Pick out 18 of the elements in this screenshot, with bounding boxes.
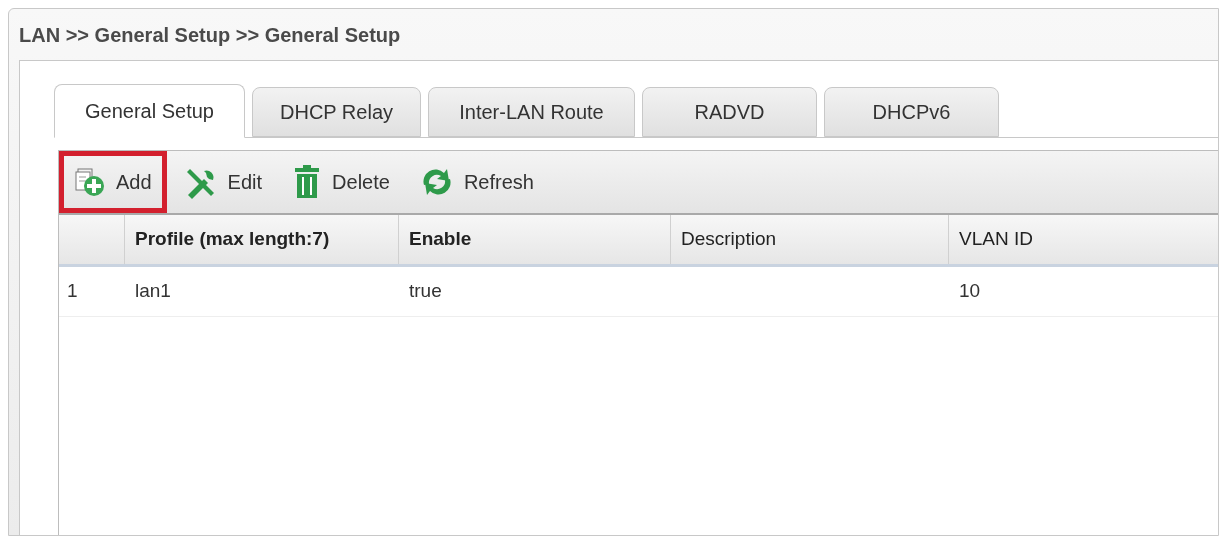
table-cell: lan1 [135, 280, 171, 302]
delete-button[interactable]: Delete [279, 151, 403, 213]
column-header[interactable]: Enable [399, 215, 671, 264]
refresh-button[interactable]: Refresh [406, 151, 547, 213]
edit-button[interactable]: Edit [170, 151, 276, 213]
row-number: 1 [67, 280, 78, 302]
breadcrumb: LAN >> General Setup >> General Setup [19, 22, 401, 48]
tab[interactable]: Inter-LAN Route [428, 87, 635, 137]
table-cell: 10 [959, 280, 981, 302]
add-document-icon [74, 166, 106, 198]
tab[interactable]: DHCPv6 [824, 87, 999, 137]
column-header[interactable]: Profile (max length:7) [125, 215, 399, 264]
tab[interactable]: DHCP Relay [252, 87, 421, 137]
column-header[interactable]: VLAN ID [949, 215, 1219, 264]
column-header[interactable]: Description [671, 215, 949, 264]
table-cell: true [409, 280, 442, 302]
tab[interactable]: RADVD [642, 87, 817, 137]
tab[interactable]: General Setup [54, 84, 245, 138]
